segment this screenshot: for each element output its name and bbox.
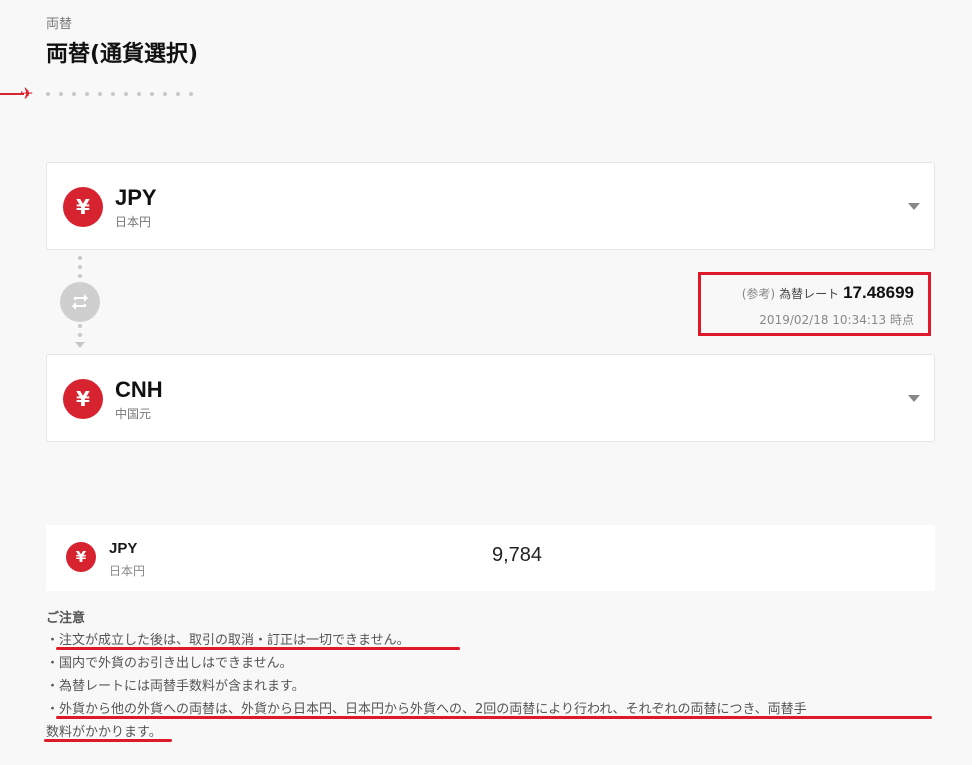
swap-area — [60, 254, 100, 350]
amount-currency-code: JPY — [109, 540, 138, 557]
from-currency-name: 日本円 — [115, 215, 152, 229]
note-item: ・為替レートには両替手数料が含まれます。 — [46, 679, 305, 694]
notes-section: ご注意 ・注文が成立した後は、取引の取消・訂正は一切できません。 ・国内で外貨の… — [46, 610, 946, 744]
note-item: ・国内で外貨のお引き出しはできません。 — [46, 656, 293, 671]
yen-icon: ¥ — [63, 187, 103, 227]
swap-connector-top — [78, 256, 82, 278]
to-currency-name: 中国元 — [115, 407, 152, 421]
rate-prefix: (参考) — [741, 287, 776, 301]
from-currency-select[interactable]: ¥ JPY 日本円 — [46, 162, 935, 250]
page-title: 両替(通貨選択) — [46, 42, 199, 67]
exchange-rate-box: (参考) 為替レート 17.48699 2019/02/18 10:34:13 時点 — [698, 272, 931, 336]
rate-label: (参考) 為替レート 17.48699 — [742, 283, 914, 303]
chevron-down-icon[interactable] — [908, 203, 920, 210]
swap-connector-bottom — [78, 324, 82, 337]
to-currency-select[interactable]: ¥ CNH 中国元 — [46, 354, 935, 442]
note-underline — [56, 716, 932, 719]
note-underline — [56, 647, 460, 650]
yen-icon: ¥ — [63, 379, 103, 419]
note-underline — [44, 739, 172, 742]
swap-button[interactable] — [60, 282, 100, 322]
from-currency-code: JPY — [115, 185, 157, 210]
breadcrumb[interactable]: 両替 — [46, 13, 72, 32]
amount-value: 9,784 — [492, 544, 543, 566]
amount-row: ¥ JPY 日本円 9,784 — [46, 525, 935, 591]
rate-timestamp: 2019/02/18 10:34:13 時点 — [759, 313, 914, 327]
amount-currency-name: 日本円 — [109, 564, 146, 578]
to-currency-code: CNH — [115, 377, 163, 402]
swap-arrow-tip — [75, 342, 85, 348]
progress-indicator: ✈ — [0, 84, 193, 104]
notes-title: ご注意 — [46, 611, 86, 626]
chevron-down-icon[interactable] — [908, 395, 920, 402]
progress-dots — [46, 92, 193, 96]
yen-icon: ¥ — [66, 542, 96, 572]
note-item: 数料がかかります。 — [46, 725, 162, 740]
rate-value: 17.48699 — [843, 283, 914, 302]
rate-title: 為替レート — [779, 287, 840, 301]
airplane-icon: ✈ — [20, 84, 34, 103]
swap-icon — [72, 294, 88, 310]
